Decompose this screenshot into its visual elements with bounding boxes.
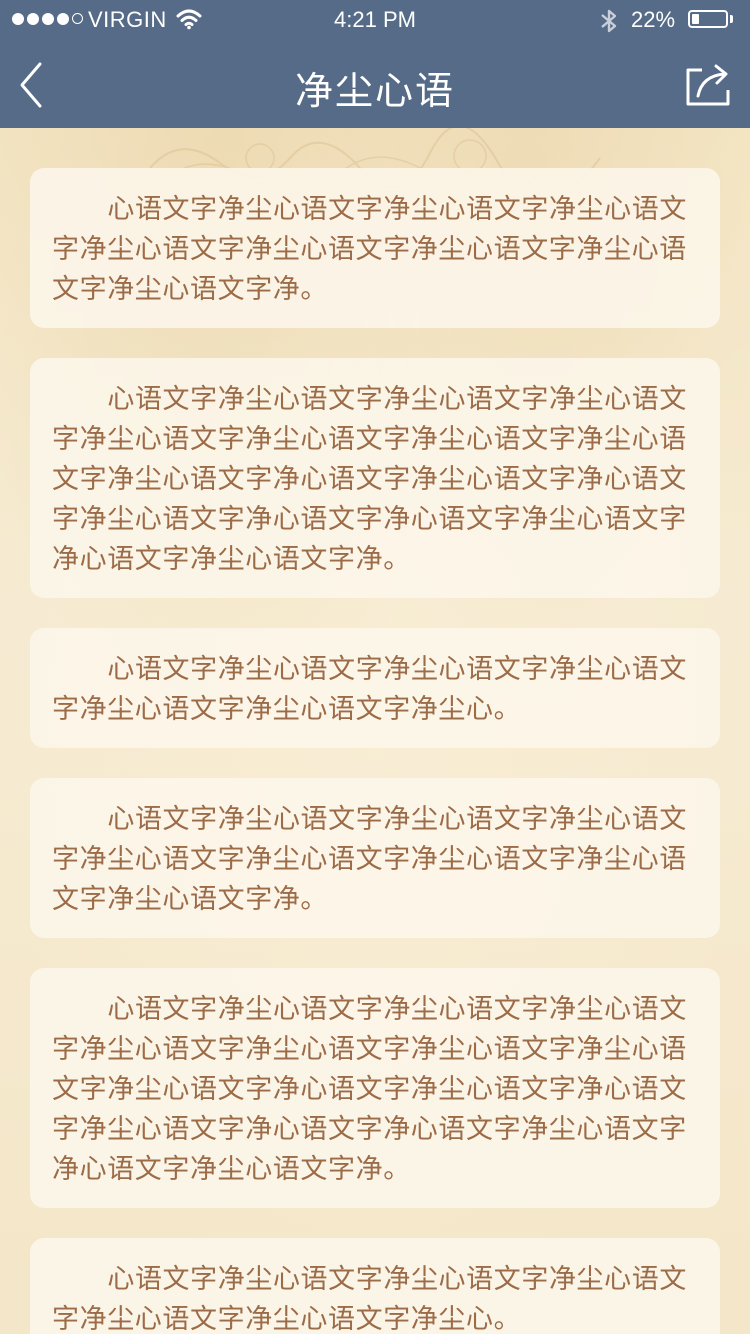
card-text: 心语文字净尘心语文字净尘心语文字净尘心语文字净尘心语文字净尘心语文字净尘心。 <box>52 654 687 725</box>
battery-icon <box>688 10 728 28</box>
message-card[interactable]: 心语文字净尘心语文字净尘心语文字净尘心语文字净尘心语文字净尘心语文字净尘心。 <box>30 1238 720 1334</box>
card-text: 心语文字净尘心语文字净尘心语文字净尘心语文字净尘心语文字净尘心语文字净尘心语文字… <box>52 194 687 305</box>
message-card[interactable]: 心语文字净尘心语文字净尘心语文字净尘心语文字净尘心语文字净尘心语文字净尘心语文字… <box>30 968 720 1208</box>
page-title: 净尘心语 <box>294 69 455 113</box>
status-bar: VIRGIN 4:21 PM 22% <box>0 0 750 40</box>
navigation-header: VIRGIN 4:21 PM 22% 净尘心语 <box>0 0 750 128</box>
battery-percentage: 22% <box>631 7 676 32</box>
message-card[interactable]: 心语文字净尘心语文字净尘心语文字净尘心语文字净尘心语文字净尘心语文字净尘心。 <box>30 628 720 748</box>
card-text: 心语文字净尘心语文字净尘心语文字净尘心语文字净尘心语文字净尘心语文字净尘心语文字… <box>52 384 687 575</box>
card-list: 心语文字净尘心语文字净尘心语文字净尘心语文字净尘心语文字净尘心语文字净尘心语文字… <box>30 168 720 1334</box>
message-card[interactable]: 心语文字净尘心语文字净尘心语文字净尘心语文字净尘心语文字净尘心语文字净尘心语文字… <box>30 168 720 328</box>
message-card[interactable]: 心语文字净尘心语文字净尘心语文字净尘心语文字净尘心语文字净尘心语文字净尘心语文字… <box>30 358 720 598</box>
share-icon[interactable] <box>684 62 732 108</box>
card-text: 心语文字净尘心语文字净尘心语文字净尘心语文字净尘心语文字净尘心语文字净尘心语文字… <box>52 994 687 1185</box>
message-card[interactable]: 心语文字净尘心语文字净尘心语文字净尘心语文字净尘心语文字净尘心语文字净尘心语文字… <box>30 778 720 938</box>
content-scroll-area[interactable]: 心语文字净尘心语文字净尘心语文字净尘心语文字净尘心语文字净尘心语文字净尘心语文字… <box>0 128 750 1334</box>
bluetooth-icon <box>601 9 617 33</box>
card-text: 心语文字净尘心语文字净尘心语文字净尘心语文字净尘心语文字净尘心语文字净尘心语文字… <box>52 804 687 915</box>
card-text: 心语文字净尘心语文字净尘心语文字净尘心语文字净尘心语文字净尘心语文字净尘心。 <box>52 1264 687 1334</box>
